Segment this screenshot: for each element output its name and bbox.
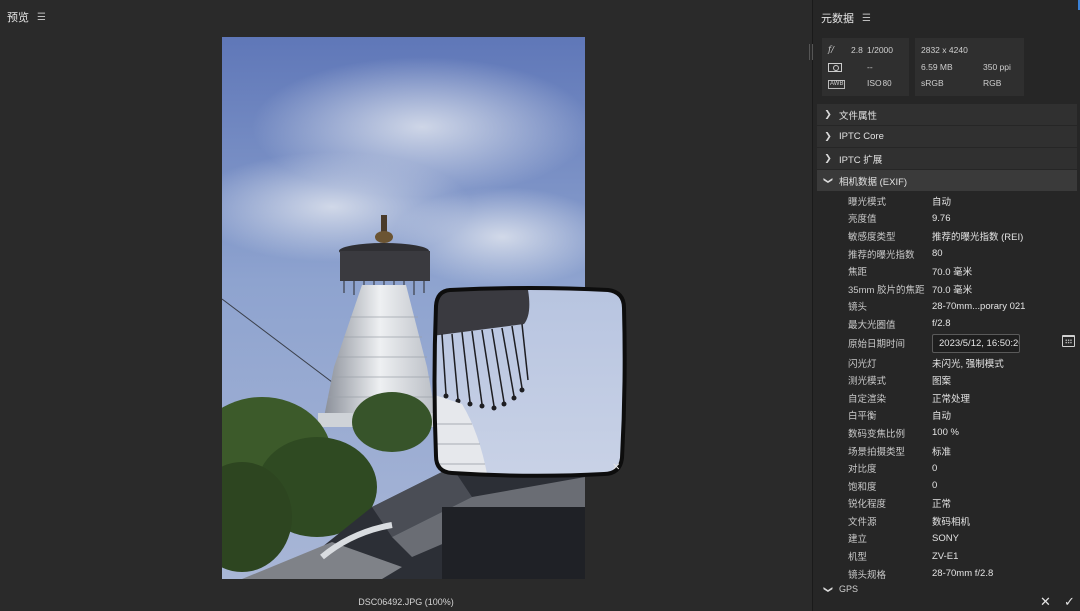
- metering-value: --: [867, 61, 873, 72]
- section-label: 文件属性: [839, 110, 878, 122]
- image-dimensions: 2832 x 4240: [921, 45, 968, 55]
- chevron-right-icon: ❯: [824, 131, 832, 141]
- exif-list: 曝光模式 自动 亮度值 9.76 敏感度类型 推荐的曝光指数 (REI) 推荐的曝光指…: [817, 192, 1077, 582]
- preview-caption: DSC06492.JPG (100%): [358, 597, 454, 607]
- file-size: 6.59 MB: [921, 61, 953, 72]
- hamburger-menu-icon[interactable]: ☰: [37, 12, 46, 23]
- hamburger-menu-icon[interactable]: ☰: [862, 13, 871, 24]
- exif-row: 亮度值 9.76: [848, 212, 951, 226]
- exif-row: 机型 ZV-E1: [848, 550, 959, 564]
- metadata-action-bar: ✕ ✓: [813, 594, 1080, 611]
- exif-row: 推荐的曝光指数 80: [848, 248, 943, 261]
- chevron-right-icon: ❯: [824, 153, 832, 163]
- exif-row: 自定渲染 正常处理: [848, 393, 971, 405]
- exif-row: 白平衡 自动: [848, 411, 952, 423]
- apply-button[interactable]: ✓: [1064, 594, 1075, 610]
- section-label: IPTC 扩展: [839, 154, 883, 166]
- exif-row: 饱和度 0: [848, 480, 938, 493]
- cancel-button[interactable]: ✕: [1040, 594, 1051, 610]
- preview-title: 预览: [7, 12, 29, 24]
- resolution: 350 ppi: [983, 61, 1011, 72]
- section-iptc-extension[interactable]: ❯ IPTC 扩展: [817, 148, 1077, 170]
- chevron-right-icon: ❯: [824, 109, 832, 119]
- shutter-value: 1/2000: [867, 45, 893, 55]
- exif-row: 镜头 28-70mm...porary 021: [848, 300, 1026, 314]
- calendar-icon[interactable]: [1062, 334, 1075, 347]
- section-label: IPTC Core: [839, 131, 884, 142]
- metering-icon: [828, 59, 851, 76]
- exif-row: 35mm 胶片的焦距 70.0 毫米: [848, 284, 973, 296]
- exif-row: 建立 SONY: [848, 532, 959, 546]
- metadata-header: 元数据 ☰: [821, 10, 871, 26]
- aperture-icon: 𝑓/: [828, 45, 835, 55]
- exif-row: 最大光圈值 f/2.8: [848, 318, 951, 331]
- exif-row: 镜头规格 28-70mm f/2.8: [848, 568, 994, 581]
- loupe-close-icon[interactable]: ✕: [612, 462, 620, 473]
- section-label: GPS: [839, 584, 859, 594]
- section-file-properties[interactable]: ❯ 文件属性: [817, 104, 1077, 126]
- color-mode: RGB: [983, 78, 1002, 89]
- loupe-magnifier[interactable]: [432, 284, 628, 479]
- preview-header: 预览 ☰: [7, 9, 46, 25]
- exif-row: 场景拍摄类型 标准: [848, 446, 952, 458]
- camera-summary-values: 1/2000 -- ISO80: [867, 38, 909, 96]
- datetime-input[interactable]: 2023/5/12, 16:50:26: [932, 333, 1020, 353]
- exif-row-datetime: 原始日期时间 2023/5/12, 16:50:26: [817, 333, 1077, 354]
- metadata-title: 元数据: [821, 13, 854, 25]
- section-iptc-core[interactable]: ❯ IPTC Core: [817, 126, 1077, 148]
- section-camera-data-exif[interactable]: ❯ 相机数据 (EXIF): [817, 170, 1077, 192]
- exif-row: 数码变焦比例 100 %: [848, 427, 959, 440]
- preview-panel: 预览 ☰ ✕ DSC06492.JPG (100%): [0, 0, 812, 611]
- metadata-panel: 元数据 ☰ 𝑓/ 2.8 AWB 1/2000 -- ISO80 2832 x …: [813, 0, 1080, 611]
- exif-row: 文件源 数码相机: [848, 516, 971, 528]
- exif-row: 闪光灯 未闪光, 强制模式: [848, 358, 1004, 370]
- white-balance-icon: AWB: [828, 79, 846, 89]
- exif-row: 焦距 70.0 毫米: [848, 267, 973, 279]
- exif-row: 敏感度类型 推荐的曝光指数 (REI): [848, 231, 1024, 243]
- exif-row: 曝光模式 自动: [848, 196, 952, 208]
- chevron-down-icon: ❯: [823, 585, 834, 594]
- exif-row: 锐化程度 正常: [848, 499, 952, 511]
- chevron-down-icon: ❯: [823, 176, 834, 185]
- exif-row: 测光模式 图案: [848, 376, 952, 388]
- iso-value: ISO80: [867, 78, 892, 88]
- file-summary: 2832 x 4240 6.59 MB 350 ppi sRGB RGB: [915, 38, 1024, 96]
- exif-row: 对比度 0: [848, 462, 938, 476]
- color-space: sRGB: [921, 78, 944, 89]
- section-label: 相机数据 (EXIF): [839, 176, 908, 188]
